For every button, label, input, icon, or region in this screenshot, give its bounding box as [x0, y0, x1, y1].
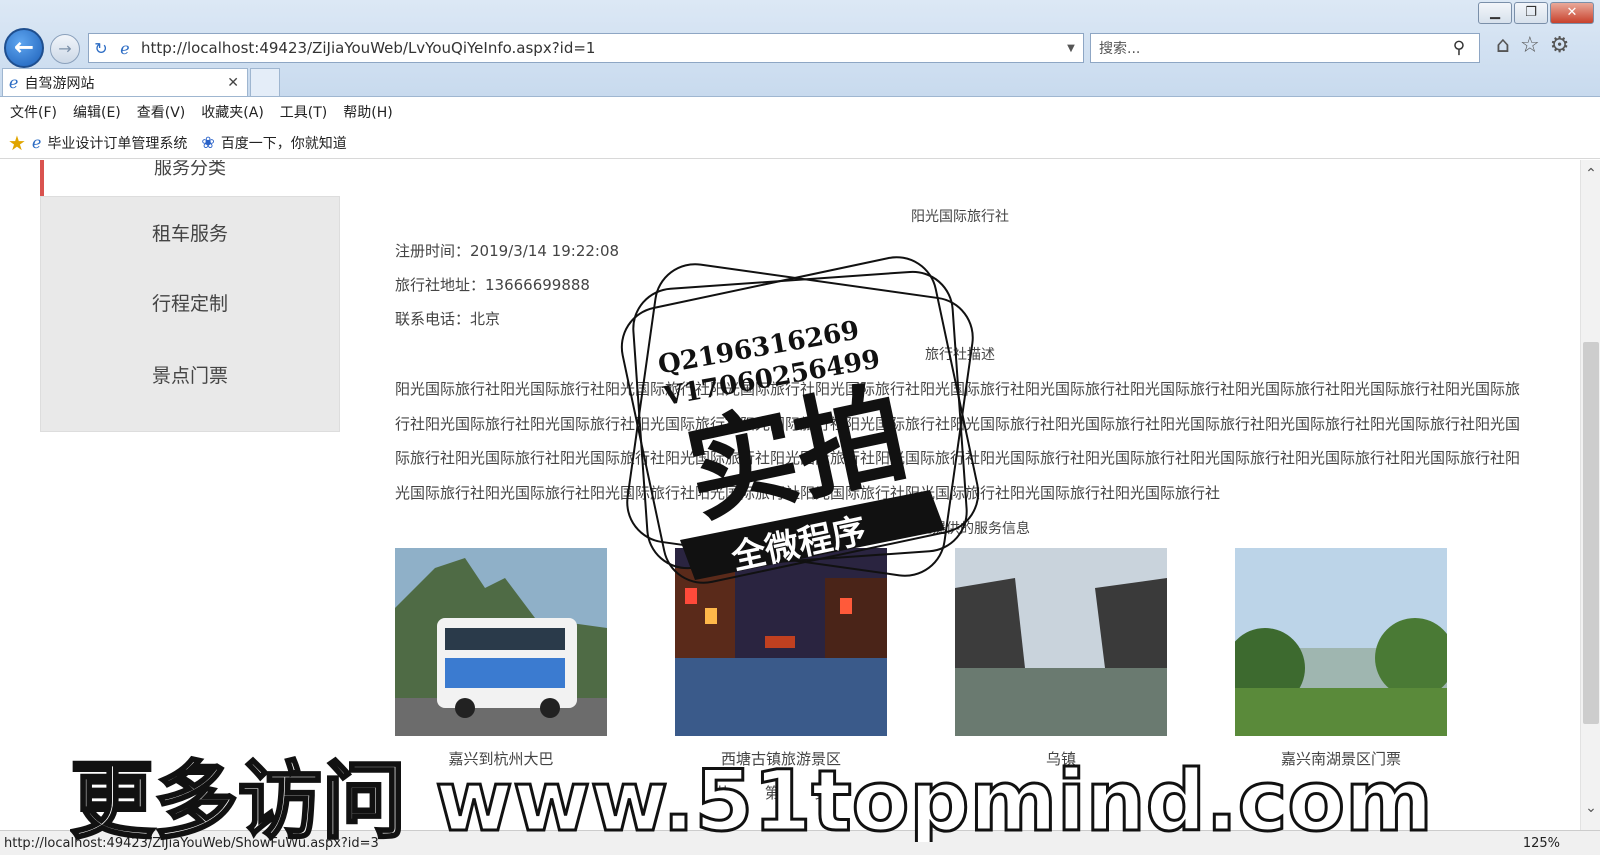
menu-edit[interactable]: 编辑(E)	[73, 102, 121, 122]
service-name[interactable]: 西塘古镇旅游景区	[675, 748, 887, 769]
status-bar: http://localhost:49423/ZiJiaYouWeb/ShowF…	[0, 830, 1600, 855]
pager-total: 共	[715, 784, 731, 802]
favorites-star-icon[interactable]: ☆	[1520, 33, 1540, 58]
favorite-link-order-system[interactable]: 毕业设计订单管理系统	[47, 133, 187, 153]
services-title: 旅行社提供的服务信息	[890, 521, 1030, 537]
pager-unit: 页	[814, 784, 830, 802]
search-bar[interactable]: 搜索... ⚲	[1090, 33, 1480, 63]
refresh-icon[interactable]: ↻	[89, 39, 113, 58]
search-icon[interactable]: ⚲	[1439, 38, 1479, 58]
sidebar-header: 服务分类	[40, 160, 340, 196]
back-button[interactable]: ←	[4, 28, 44, 68]
pager-page: 第	[764, 784, 780, 802]
scrollbar[interactable]: ⌃ ⌄	[1580, 160, 1600, 830]
pager: 共 第 页	[715, 782, 860, 803]
sidebar-item-itinerary[interactable]: 行程定制	[41, 289, 339, 316]
ie-icon: ℯ	[31, 133, 42, 152]
scroll-down-icon[interactable]: ⌄	[1581, 800, 1600, 816]
toolbar-icons: ⌂ ☆ ⚙	[1496, 33, 1569, 58]
chevron-down-icon[interactable]: ▼	[1059, 43, 1083, 54]
company-description: 阳光国际旅行社阳光国际旅行社阳光国际旅行社阳光国际旅行社阳光国际旅行社阳光国际旅…	[395, 380, 1521, 502]
page-content: 服务分类 租车服务 行程定制 景点门票 阳光国际旅行社 注册时间：2019/3/…	[0, 160, 1580, 830]
favorites-bar: ★ ℯ 毕业设计订单管理系统 ❀ 百度一下，你就知道	[0, 127, 1600, 159]
xitang-photo[interactable]	[675, 548, 887, 736]
service-card[interactable]: 嘉兴到杭州大巴	[395, 548, 607, 769]
company-name: 阳光国际旅行社	[911, 209, 1009, 225]
restore-icon[interactable]: ❐	[1514, 2, 1548, 24]
tab-close-icon[interactable]: ✕	[227, 75, 239, 91]
company-phone: 联系电话：北京	[395, 310, 501, 328]
service-card[interactable]: 乌镇	[955, 548, 1167, 769]
minimize-icon[interactable]: ▁	[1478, 2, 1512, 24]
bus-photo[interactable]	[395, 548, 607, 736]
register-time: 注册时间：2019/3/14 19:22:08	[395, 242, 620, 260]
menu-help[interactable]: 帮助(H)	[343, 102, 392, 122]
address-url[interactable]: http://localhost:49423/ZiJiaYouWeb/LvYou…	[137, 39, 1059, 57]
sidebar: 租车服务 行程定制 景点门票	[40, 196, 340, 432]
address-bar[interactable]: ↻ ℯ http://localhost:49423/ZiJiaYouWeb/L…	[88, 33, 1084, 63]
home-icon[interactable]: ⌂	[1496, 33, 1510, 58]
tab-title: 自驾游网站	[24, 75, 95, 92]
service-card[interactable]: 嘉兴南湖景区门票	[1225, 548, 1455, 769]
service-name[interactable]: 嘉兴到杭州大巴	[395, 748, 607, 769]
description-title: 旅行社描述	[925, 347, 995, 363]
menu-bar: 文件(F) 编辑(E) 查看(V) 收藏夹(A) 工具(T) 帮助(H)	[0, 97, 1600, 127]
new-tab-button[interactable]	[250, 68, 280, 96]
tab-active[interactable]: ℯ 自驾游网站 ✕	[2, 68, 248, 96]
wuzhen-photo[interactable]	[955, 548, 1167, 736]
menu-tools[interactable]: 工具(T)	[280, 102, 327, 122]
close-icon[interactable]: ✕	[1550, 2, 1594, 24]
ie-icon: ℯ	[120, 38, 130, 58]
ie-icon: ℯ	[9, 73, 19, 92]
menu-view[interactable]: 查看(V)	[137, 102, 186, 122]
gear-icon[interactable]: ⚙	[1550, 33, 1570, 58]
service-name[interactable]: 嘉兴南湖景区门票	[1235, 748, 1447, 769]
service-name[interactable]: 乌镇	[955, 748, 1167, 769]
company-address: 旅行社地址：13666699888	[395, 276, 590, 294]
window-controls: ▁ ❐ ✕	[1478, 2, 1594, 24]
browser-chrome: ▁ ❐ ✕ ← → ↻ ℯ http://localhost:49423/ZiJ…	[0, 0, 1600, 97]
zoom-level[interactable]: 125%	[1523, 836, 1560, 851]
menu-file[interactable]: 文件(F)	[10, 102, 57, 122]
service-card[interactable]: 西塘古镇旅游景区	[675, 548, 887, 769]
favorites-star-icon[interactable]: ★	[8, 131, 26, 155]
sidebar-header-label: 服务分类	[154, 160, 226, 179]
scroll-up-icon[interactable]: ⌃	[1581, 166, 1600, 182]
status-link: http://localhost:49423/ZiJiaYouWeb/ShowF…	[4, 835, 379, 851]
nanhu-photo[interactable]	[1225, 548, 1455, 736]
sidebar-item-tickets[interactable]: 景点门票	[41, 361, 339, 388]
scroll-thumb[interactable]	[1583, 342, 1599, 724]
search-input[interactable]: 搜索...	[1091, 38, 1439, 58]
baidu-paw-icon: ❀	[201, 133, 215, 152]
favorite-link-baidu[interactable]: 百度一下，你就知道	[221, 133, 347, 153]
forward-button[interactable]: →	[50, 34, 80, 64]
sidebar-item-car-rental[interactable]: 租车服务	[41, 219, 339, 246]
menu-favorites[interactable]: 收藏夹(A)	[201, 102, 264, 122]
